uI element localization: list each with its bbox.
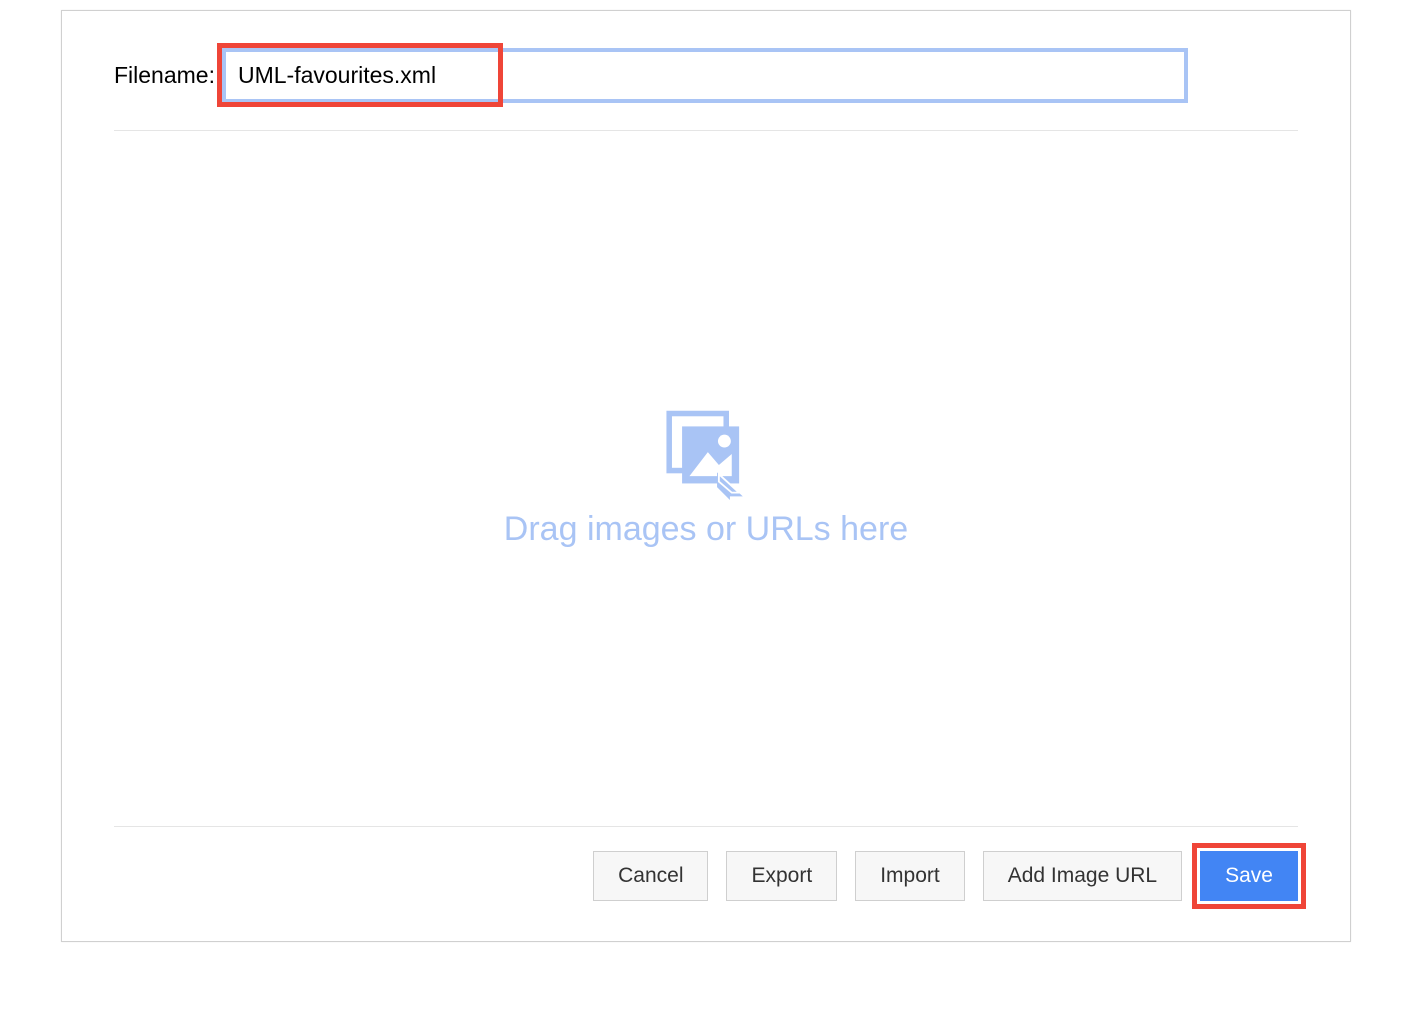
filename-row: Filename:: [62, 11, 1350, 130]
filename-input[interactable]: [225, 51, 1185, 100]
cancel-button[interactable]: Cancel: [593, 851, 708, 901]
dialog-container: Filename: Drag images or URLs here Cance…: [61, 10, 1351, 942]
save-button-wrapper: Save: [1200, 851, 1298, 901]
add-image-url-button[interactable]: Add Image URL: [983, 851, 1182, 901]
filename-label: Filename:: [114, 62, 215, 89]
drop-text: Drag images or URLs here: [504, 510, 908, 549]
import-button[interactable]: Import: [855, 851, 965, 901]
drop-area[interactable]: Drag images or URLs here: [62, 131, 1350, 826]
export-button[interactable]: Export: [726, 851, 837, 901]
filename-input-wrapper: [225, 51, 1185, 100]
footer-buttons: Cancel Export Import Add Image URL Save: [62, 827, 1350, 941]
image-drop-icon: [660, 408, 752, 500]
save-button[interactable]: Save: [1200, 851, 1298, 901]
